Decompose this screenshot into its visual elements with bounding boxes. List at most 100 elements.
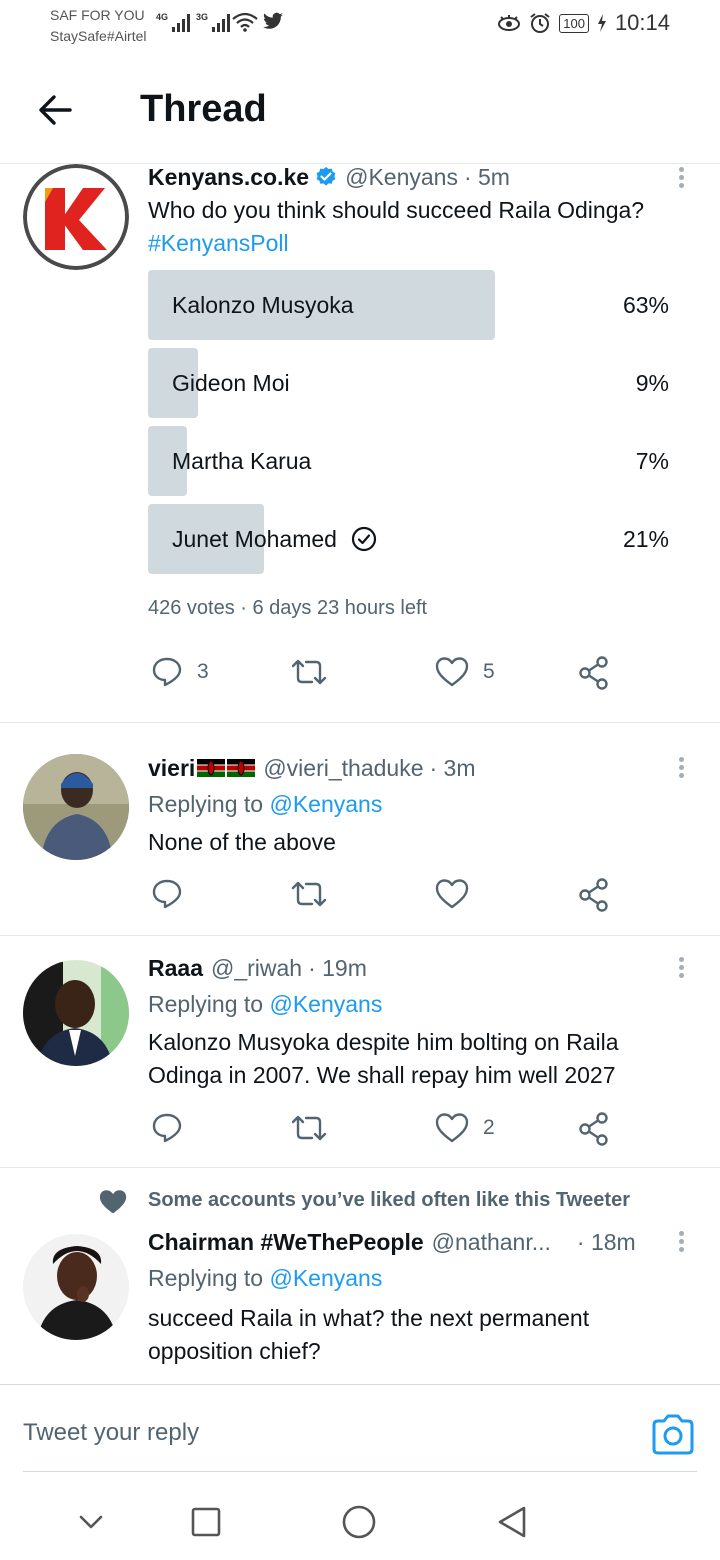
tweet-actions: 3 5 bbox=[148, 656, 618, 696]
poll-percent: 63% bbox=[622, 292, 669, 318]
charging-icon bbox=[597, 14, 606, 32]
more-options-icon[interactable] bbox=[672, 1228, 690, 1256]
avatar-raaa[interactable] bbox=[23, 960, 129, 1066]
tweet-author-row: Raaa @_riwah · 19m bbox=[148, 954, 367, 982]
signal-3g-icon: 3G bbox=[196, 12, 231, 32]
replying-to: Replying to @Kenyans bbox=[148, 791, 383, 817]
main-tweet[interactable]: Kenyans.co.ke @Kenyans · 5m Who do you t… bbox=[0, 164, 720, 722]
home-circle-icon[interactable] bbox=[339, 1502, 379, 1542]
retweet-button[interactable] bbox=[290, 878, 328, 910]
reply-button[interactable]: 3 bbox=[151, 656, 209, 688]
author-handle[interactable]: @nathanr... bbox=[432, 1229, 551, 1256]
tweet-time: · 5m bbox=[463, 163, 510, 190]
tweet-text: Kalonzo Musyoka despite him bolting on R… bbox=[148, 1029, 619, 1088]
chevron-down-icon[interactable] bbox=[71, 1502, 111, 1542]
poll-option-3: Martha Karua 7% bbox=[148, 426, 672, 496]
reply-input[interactable]: Tweet your reply bbox=[23, 1419, 199, 1447]
poll-option-4: Junet Mohamed 21% bbox=[148, 504, 672, 574]
back-arrow-icon[interactable] bbox=[36, 92, 76, 128]
retweet-button[interactable] bbox=[290, 1112, 328, 1144]
replying-to: Replying to @Kenyans bbox=[148, 1265, 383, 1291]
retweet-icon bbox=[291, 659, 327, 685]
battery-indicator: 100 bbox=[559, 13, 589, 33]
avatar-chairman[interactable] bbox=[23, 1234, 129, 1340]
avatar-vieri[interactable] bbox=[23, 754, 129, 860]
more-options-icon[interactable] bbox=[672, 164, 690, 192]
reply-button[interactable] bbox=[151, 1112, 183, 1144]
author-handle[interactable]: @Kenyans bbox=[345, 164, 458, 191]
more-options-icon[interactable] bbox=[672, 954, 690, 982]
liked-heart-icon bbox=[99, 1190, 127, 1214]
carrier-text: SAF FOR YOU StaySafe#Airtel bbox=[50, 5, 147, 47]
share-button[interactable] bbox=[578, 878, 610, 912]
avatar-kenyans[interactable] bbox=[23, 164, 129, 270]
share-icon bbox=[579, 878, 608, 912]
tweet-text: Who do you think should succeed Raila Od… bbox=[148, 194, 688, 260]
reply-icon bbox=[152, 657, 182, 687]
author-name[interactable]: vieri bbox=[148, 755, 195, 782]
kenya-flag-icon bbox=[197, 759, 226, 777]
status-right: 100 10:14 bbox=[497, 10, 670, 36]
tweet-author-row: Kenyans.co.ke @Kenyans · 5m bbox=[148, 164, 510, 190]
reply-underline bbox=[23, 1471, 697, 1472]
heart-icon bbox=[435, 879, 469, 909]
tweet-text: succeed Raila in what? the next permanen… bbox=[148, 1305, 590, 1364]
replying-to-link[interactable]: @Kenyans bbox=[269, 1265, 382, 1291]
reply-button[interactable] bbox=[151, 878, 183, 910]
alarm-icon bbox=[530, 13, 550, 33]
reply-count: 3 bbox=[197, 660, 209, 683]
tweet-author-row: vieri @vieri_thaduke · 3m bbox=[148, 754, 476, 782]
replying-to-link[interactable]: @Kenyans bbox=[269, 991, 382, 1017]
tweet-actions: 2 bbox=[148, 1112, 618, 1152]
carrier-line-1: SAF FOR YOU bbox=[50, 7, 145, 23]
like-button[interactable]: 5 bbox=[435, 656, 495, 688]
replying-to-link[interactable]: @Kenyans bbox=[269, 791, 382, 817]
kenya-flag-icon bbox=[227, 759, 256, 777]
author-handle[interactable]: @vieri_thaduke bbox=[263, 755, 423, 782]
reply-tweet[interactable]: vieri @vieri_thaduke · 3m Replying to @K… bbox=[0, 754, 720, 934]
share-button[interactable] bbox=[578, 656, 610, 690]
reply-tweet[interactable]: Some accounts you’ve liked often like th… bbox=[0, 1184, 720, 1384]
poll-label: Kalonzo Musyoka bbox=[172, 292, 354, 318]
author-handle[interactable]: @_riwah bbox=[211, 955, 302, 982]
tweet-time: · 18m bbox=[576, 1228, 636, 1255]
author-name[interactable]: Chairman #WeThePeople bbox=[148, 1229, 424, 1256]
poll-percent: 21% bbox=[622, 526, 669, 552]
wifi-icon bbox=[232, 12, 258, 32]
recents-square-icon[interactable] bbox=[186, 1502, 226, 1542]
app-header: Thread bbox=[0, 56, 720, 164]
reply-icon bbox=[152, 879, 182, 909]
reply-tweet[interactable]: Raaa @_riwah · 19m Replying to @Kenyans … bbox=[0, 954, 720, 1164]
verified-badge-icon bbox=[316, 167, 336, 186]
voted-check-icon bbox=[351, 526, 377, 552]
like-count: 5 bbox=[483, 660, 495, 683]
carrier-line-2: StaySafe#Airtel bbox=[50, 28, 147, 44]
share-icon bbox=[579, 656, 608, 690]
retweet-icon bbox=[291, 881, 327, 907]
author-name[interactable]: Kenyans.co.ke bbox=[148, 164, 309, 191]
retweet-icon bbox=[291, 1115, 327, 1141]
like-count: 2 bbox=[483, 1116, 495, 1139]
tweet-text: None of the above bbox=[148, 829, 336, 855]
tweet-author-row: Chairman #WeThePeople @nathanr... · 18m bbox=[148, 1228, 658, 1256]
retweet-button[interactable] bbox=[290, 656, 328, 688]
tweet-actions bbox=[148, 878, 618, 918]
share-button[interactable] bbox=[578, 1112, 610, 1146]
eye-comfort-icon bbox=[498, 15, 521, 31]
author-name[interactable]: Raaa bbox=[148, 955, 203, 982]
reply-icon bbox=[152, 1113, 182, 1143]
like-button[interactable]: 2 bbox=[435, 1112, 495, 1144]
poll-option-2: Gideon Moi 9% bbox=[148, 348, 672, 418]
back-triangle-icon[interactable] bbox=[492, 1502, 532, 1542]
social-context: Some accounts you’ve liked often like th… bbox=[148, 1189, 630, 1211]
hashtag-link[interactable]: #KenyansPoll bbox=[148, 227, 688, 260]
system-nav-bar bbox=[0, 1486, 720, 1560]
user-photo-icon bbox=[23, 1234, 129, 1340]
camera-icon[interactable] bbox=[650, 1413, 696, 1455]
poll-option-1: Kalonzo Musyoka 63% bbox=[148, 270, 672, 340]
signal-4g-icon: 4G bbox=[156, 12, 191, 32]
like-button[interactable] bbox=[435, 878, 469, 910]
poll-meta: 426 votes · 6 days 23 hours left bbox=[148, 597, 428, 619]
divider bbox=[0, 935, 720, 936]
more-options-icon[interactable] bbox=[672, 754, 690, 782]
